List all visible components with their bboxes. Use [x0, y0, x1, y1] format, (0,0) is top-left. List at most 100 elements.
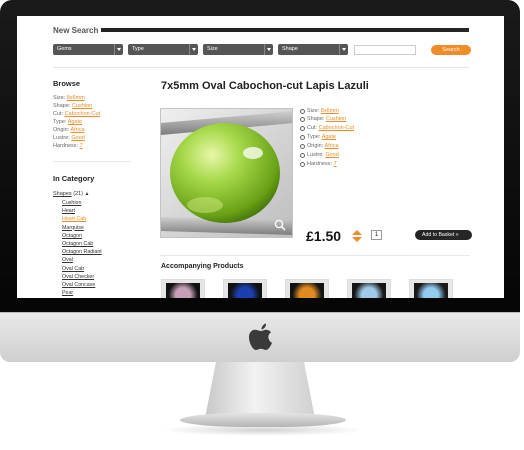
category-item[interactable]: Marquise — [62, 224, 102, 232]
spec-type-key: Type: — [307, 134, 321, 140]
sidebar-divider — [53, 161, 131, 162]
category-item[interactable]: Oval — [62, 256, 102, 264]
search-title: New Search — [53, 26, 99, 35]
apple-logo-icon — [249, 323, 272, 350]
spec-size: Size: 8x6mm — [300, 108, 339, 114]
browse-type: Type: Agate — [53, 119, 82, 125]
product-title: 7x5mm Oval Cabochon-cut Lapis Lazuli — [161, 80, 369, 92]
spec-size-link[interactable]: 8x6mm — [321, 108, 339, 114]
spec-type-link[interactable]: Agate — [322, 134, 336, 140]
search-button[interactable]: Search — [431, 45, 471, 55]
spec-origin: Origin: Africa — [300, 143, 339, 149]
spec-lustre-link[interactable]: Good — [325, 152, 338, 158]
spec-cut-key: Cut: — [307, 125, 318, 131]
browse-cut-key: Cut: — [53, 111, 64, 117]
spec-origin-link[interactable]: Africa — [324, 143, 338, 149]
browse-cut: Cut: Cabochon-Cut — [53, 111, 100, 117]
accompanying-product-3[interactable] — [285, 279, 329, 298]
spec-shape-link[interactable]: Cushion — [326, 116, 346, 122]
category-item[interactable]: Heart Cab — [62, 215, 102, 223]
search-header: New Search — [53, 25, 469, 37]
size-select[interactable]: Size — [203, 44, 273, 55]
browse-hardness-key: Hardness: — [53, 143, 79, 149]
category-item[interactable]: Octagon Cab — [62, 240, 102, 248]
chevron-down-icon — [339, 44, 348, 55]
accompanying-product-1[interactable] — [161, 279, 205, 298]
type-select-label: Type — [132, 46, 144, 52]
browse-hardness: Hardness: 7 — [53, 143, 83, 149]
monitor-stand — [205, 362, 315, 418]
spec-lustre-key: Lustre: — [307, 152, 324, 158]
browse-size-link[interactable]: 8x6mm — [67, 95, 85, 101]
size-select-label: Size — [207, 46, 218, 52]
category-item[interactable]: Oval Cab — [62, 265, 102, 273]
browse-heading: Browse — [53, 79, 81, 88]
thumb-image — [414, 283, 448, 298]
spec-cut-link[interactable]: Cabochon-Cut — [319, 125, 354, 131]
spec-hardness-link[interactable]: 7 — [334, 161, 337, 167]
screen: New Search Gems Type Size Shape Search B… — [17, 16, 504, 298]
browse-origin-link[interactable]: Africa — [70, 127, 84, 133]
category-item[interactable]: Octagon — [62, 232, 102, 240]
chevron-down-icon — [189, 44, 198, 55]
category-item[interactable]: Heart — [62, 207, 102, 215]
spec-lustre: Lustre: Good — [300, 152, 339, 158]
thumb-image — [228, 283, 262, 298]
gems-select-label: Gems — [57, 46, 72, 52]
spec-shape-key: Shape: — [307, 116, 325, 122]
browse-lustre-key: Lustre: — [53, 135, 70, 141]
imac-monitor: New Search Gems Type Size Shape Search B… — [0, 0, 524, 450]
chevron-down-icon — [264, 44, 273, 55]
shape-select-label: Shape — [282, 46, 298, 52]
spec-origin-key: Origin: — [307, 143, 324, 149]
accompanying-product-2[interactable] — [223, 279, 267, 298]
spec-hardness-key: Hardness: — [307, 161, 333, 167]
spec-type: Type: Agate — [299, 134, 336, 140]
product-image[interactable] — [160, 108, 293, 238]
browse-type-link[interactable]: Agate — [68, 119, 82, 125]
monitor-stand-base — [180, 413, 346, 427]
gem-shape — [170, 123, 280, 223]
browse-lustre: Lustre: Good — [53, 135, 85, 141]
browse-size: Size: 8x6mm — [53, 95, 85, 101]
spec-shape: Shape: Cushion — [299, 116, 346, 122]
browse-size-key: Size: — [53, 95, 66, 101]
browse-origin: Origin: Africa — [53, 127, 85, 133]
thumb-image — [290, 283, 324, 298]
category-group-count: (21) — [73, 191, 83, 197]
browse-cut-link[interactable]: Cabochon-Cut — [65, 111, 100, 117]
accompanying-title: Accompanying Products — [161, 263, 244, 270]
spec-cut: Cut: Cabochon-Cut — [299, 125, 354, 131]
category-item[interactable]: Octagon Radiant — [62, 248, 102, 256]
shape-select[interactable]: Shape — [278, 44, 348, 55]
browse-shape-key: Shape: — [53, 103, 71, 109]
browse-type-key: Type: — [53, 119, 67, 125]
browse-hardness-link[interactable]: 7 — [80, 143, 83, 149]
product-divider — [160, 255, 470, 256]
thumb-image — [166, 283, 200, 298]
browse-shape-link[interactable]: Cushion — [72, 103, 92, 109]
category-item[interactable]: Pear — [62, 289, 102, 297]
quantity-input[interactable]: 1 — [371, 230, 382, 240]
category-group-label: Shapes — [53, 191, 72, 197]
accompanying-product-4[interactable] — [347, 279, 391, 298]
collapse-arrow-icon[interactable]: ▲ — [85, 191, 90, 197]
browse-shape: Shape: Cushion — [53, 103, 92, 109]
browse-origin-key: Origin: — [53, 127, 70, 133]
up-down-arrows-icon[interactable] — [352, 230, 362, 242]
type-select[interactable]: Type — [128, 44, 198, 55]
price: £1.50 — [306, 228, 342, 244]
category-item[interactable]: Oval Checker — [62, 273, 102, 281]
magnifier-icon[interactable] — [274, 219, 286, 231]
gems-select[interactable]: Gems — [53, 44, 123, 55]
browse-lustre-link[interactable]: Good — [71, 135, 84, 141]
category-group-shapes[interactable]: Shapes (21) ▲ — [53, 191, 89, 197]
spec-hardness: Hardness: 7 — [300, 161, 337, 167]
thumb-image — [352, 283, 386, 298]
chevron-down-icon — [114, 44, 123, 55]
search-input[interactable] — [354, 45, 416, 55]
category-item[interactable]: Oval Concave — [62, 281, 102, 289]
add-to-basket-button[interactable]: Add to Basket » — [415, 230, 472, 240]
accompanying-product-5[interactable] — [409, 279, 453, 298]
category-item[interactable]: Cushion — [62, 199, 102, 207]
